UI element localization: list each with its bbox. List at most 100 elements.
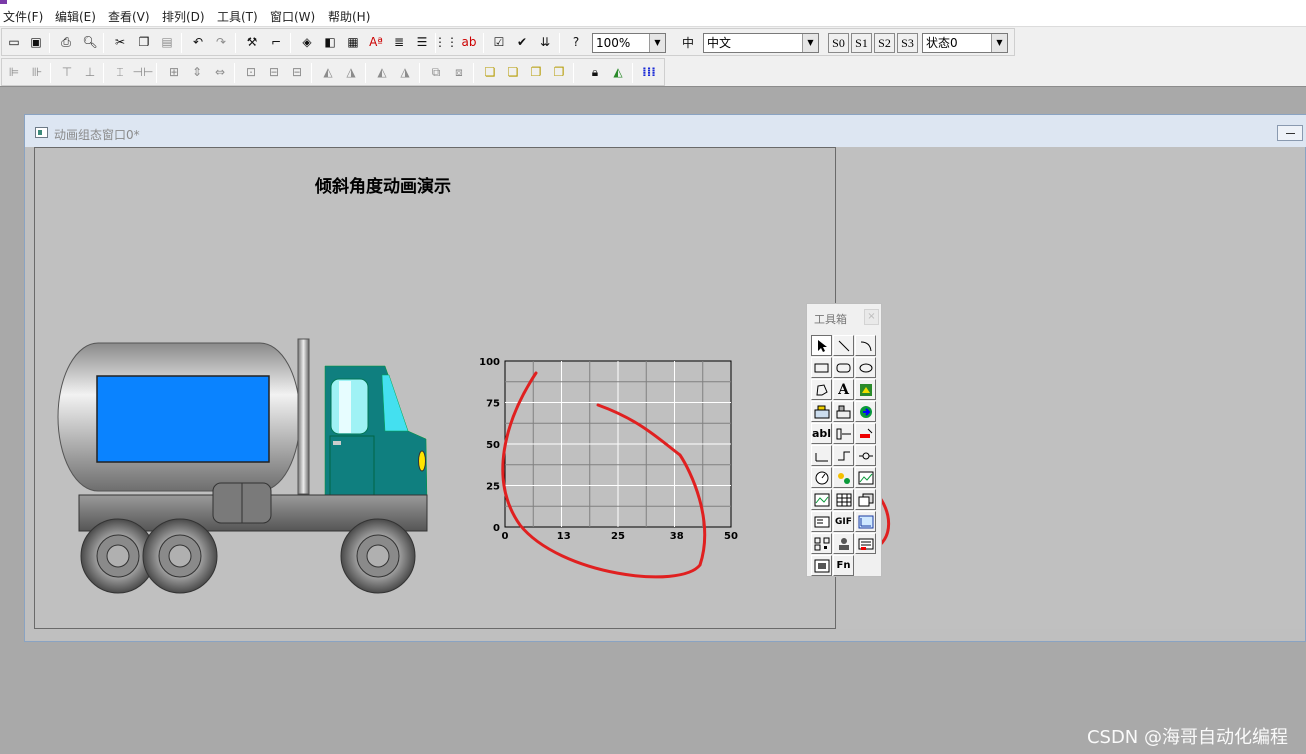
rotate-right-icon[interactable]: ◮ xyxy=(341,62,361,82)
flow-arrow-tool-icon[interactable] xyxy=(855,401,876,422)
state-select[interactable]: 状态0 ▼ xyxy=(922,33,1008,53)
realtime-curve-tool-icon[interactable] xyxy=(855,467,876,488)
ungroup-icon[interactable]: ⧈ xyxy=(449,62,469,82)
align-icon[interactable]: ⌐ xyxy=(266,32,286,52)
properties-icon[interactable]: ☑ xyxy=(489,32,509,52)
flip-h-icon[interactable]: ◭ xyxy=(372,62,392,82)
lock-icon[interactable]: 🔒︎ xyxy=(585,62,605,82)
text-align-icon[interactable]: ☰ xyxy=(412,32,432,52)
child-window-titlebar[interactable]: 动画组态窗口0* xyxy=(25,115,1306,147)
send-back-icon[interactable]: ❏ xyxy=(503,62,523,82)
undo-icon[interactable]: ↶ xyxy=(188,32,208,52)
toolbox-close-button[interactable]: × xyxy=(864,309,879,325)
copy-icon[interactable]: ❐ xyxy=(134,32,154,52)
forward-icon[interactable]: ❐ xyxy=(526,62,546,82)
pipe-tool-icon[interactable] xyxy=(811,445,832,466)
input-box-tool-icon[interactable]: abl xyxy=(811,423,832,444)
canvas-title[interactable]: 倾斜角度动画演示 xyxy=(315,172,451,197)
trend-chart[interactable]: 100 75 50 25 0 0 13 25 38 50 xyxy=(475,358,745,548)
state-s1-button[interactable]: S1 xyxy=(851,33,872,53)
chevron-down-icon[interactable]: ▼ xyxy=(991,34,1007,52)
rounded-rect-tool-icon[interactable] xyxy=(833,357,854,378)
pointer-tool-icon[interactable] xyxy=(811,335,832,356)
bitmap-tool-icon[interactable] xyxy=(855,379,876,400)
spell-icon[interactable]: ab xyxy=(459,32,479,52)
grid-icon[interactable]: ⋮⋮ xyxy=(434,32,458,52)
state-s2-button[interactable]: S2 xyxy=(874,33,895,53)
align-right-icon[interactable]: ⊪ xyxy=(27,62,47,82)
line-tool-icon[interactable] xyxy=(833,335,854,356)
state-s3-button[interactable]: S3 xyxy=(897,33,918,53)
flip-v-icon[interactable]: ◮ xyxy=(395,62,415,82)
gif-tool-icon[interactable]: GIF xyxy=(833,511,854,532)
rectangle-tool-icon[interactable] xyxy=(811,357,832,378)
language-select[interactable]: 中文 ▼ xyxy=(703,33,819,53)
alarm-tool-icon[interactable] xyxy=(855,423,876,444)
space-v-icon[interactable]: ⊟ xyxy=(287,62,307,82)
redo-icon[interactable]: ↷ xyxy=(211,32,231,52)
tank-truck-graphic[interactable] xyxy=(55,333,435,608)
space-h-icon[interactable]: ⊟ xyxy=(264,62,284,82)
flow-pipe-tool-icon[interactable] xyxy=(833,445,854,466)
backward-icon[interactable]: ❐ xyxy=(549,62,569,82)
chevron-down-icon[interactable]: ▼ xyxy=(649,34,665,52)
device-tool-icon[interactable] xyxy=(833,401,854,422)
print-icon[interactable]: ⎙ xyxy=(56,32,76,52)
same-width-icon[interactable]: ⇔ xyxy=(210,62,230,82)
qr-code-tool-icon[interactable] xyxy=(811,533,832,554)
font-color-icon[interactable]: Aª xyxy=(366,32,386,52)
bring-front-icon[interactable]: ❏ xyxy=(480,62,500,82)
align-left-icon[interactable]: ⊫ xyxy=(4,62,24,82)
design-canvas[interactable]: 倾斜角度动画演示 100 75 50 25 0 0 13 25 38 50 xyxy=(34,147,836,629)
same-height-icon[interactable]: ⇕ xyxy=(187,62,207,82)
slider-tool-icon[interactable] xyxy=(833,423,854,444)
menu-view[interactable]: 查看(V) xyxy=(108,8,150,25)
new-window-icon[interactable]: ▭ xyxy=(4,32,24,52)
tools-icon[interactable]: ⚒ xyxy=(242,32,262,52)
save-icon[interactable]: ▣ xyxy=(26,32,46,52)
minimize-button[interactable] xyxy=(1277,125,1303,141)
menu-tools[interactable]: 工具(T) xyxy=(217,8,258,25)
center-icon[interactable]: ⊡ xyxy=(241,62,261,82)
fill-color-icon[interactable]: ◈ xyxy=(297,32,317,52)
fill-bucket-icon[interactable]: ◭ xyxy=(608,62,628,82)
align-hcenter-icon[interactable]: ⊣⊢ xyxy=(133,62,154,82)
table-tool-icon[interactable] xyxy=(833,489,854,510)
switch-tool-icon[interactable] xyxy=(855,445,876,466)
arc-tool-icon[interactable] xyxy=(855,335,876,356)
align-top-icon[interactable]: ⊤ xyxy=(57,62,77,82)
library-tool-icon[interactable] xyxy=(811,401,832,422)
print-preview-icon[interactable]: 🔍︎ xyxy=(80,32,100,52)
rotate-left-icon[interactable]: ◭ xyxy=(318,62,338,82)
group-icon[interactable]: ⧉ xyxy=(426,62,446,82)
polygon-tool-icon[interactable] xyxy=(811,379,832,400)
menu-edit[interactable]: 编辑(E) xyxy=(55,8,96,25)
form-tool-icon[interactable] xyxy=(811,511,832,532)
menu-help[interactable]: 帮助(H) xyxy=(328,8,370,25)
text-tool-icon[interactable]: A xyxy=(833,379,854,400)
language-icon[interactable]: 中 xyxy=(678,32,698,52)
menu-arrange[interactable]: 排列(D) xyxy=(162,8,205,25)
menu-file[interactable]: 文件(F) xyxy=(3,8,43,25)
gauge-tool-icon[interactable] xyxy=(811,467,832,488)
image-frame-tool-icon[interactable] xyxy=(811,555,832,576)
help-icon[interactable]: ? xyxy=(566,32,586,52)
xy-chart-tool-icon[interactable] xyxy=(855,511,876,532)
chevron-down-icon[interactable]: ▼ xyxy=(802,34,818,52)
paste-icon[interactable]: ▤ xyxy=(157,32,177,52)
function-tool-icon[interactable]: Fn xyxy=(833,555,854,576)
ellipse-tool-icon[interactable] xyxy=(855,357,876,378)
zoom-select[interactable]: 100% ▼ xyxy=(592,33,666,53)
align-bottom-icon[interactable]: ⊥ xyxy=(80,62,100,82)
state-s0-button[interactable]: S0 xyxy=(828,33,849,53)
same-size-icon[interactable]: ⊞ xyxy=(164,62,184,82)
cut-icon[interactable]: ✂ xyxy=(110,32,130,52)
report-tool-icon[interactable] xyxy=(855,489,876,510)
line-color-icon[interactable]: ◧ xyxy=(320,32,340,52)
grid-dots-icon[interactable]: ⁞⁞⁞ xyxy=(639,62,659,82)
align-vcenter-icon[interactable]: ⌶ xyxy=(110,62,130,82)
check-icon[interactable]: ✔ xyxy=(512,32,532,52)
toolbox-panel[interactable]: 工具箱 × A abl GIF Fn xyxy=(806,303,882,577)
line-type-icon[interactable]: ▦ xyxy=(343,32,363,52)
menu-window[interactable]: 窗口(W) xyxy=(270,8,315,25)
